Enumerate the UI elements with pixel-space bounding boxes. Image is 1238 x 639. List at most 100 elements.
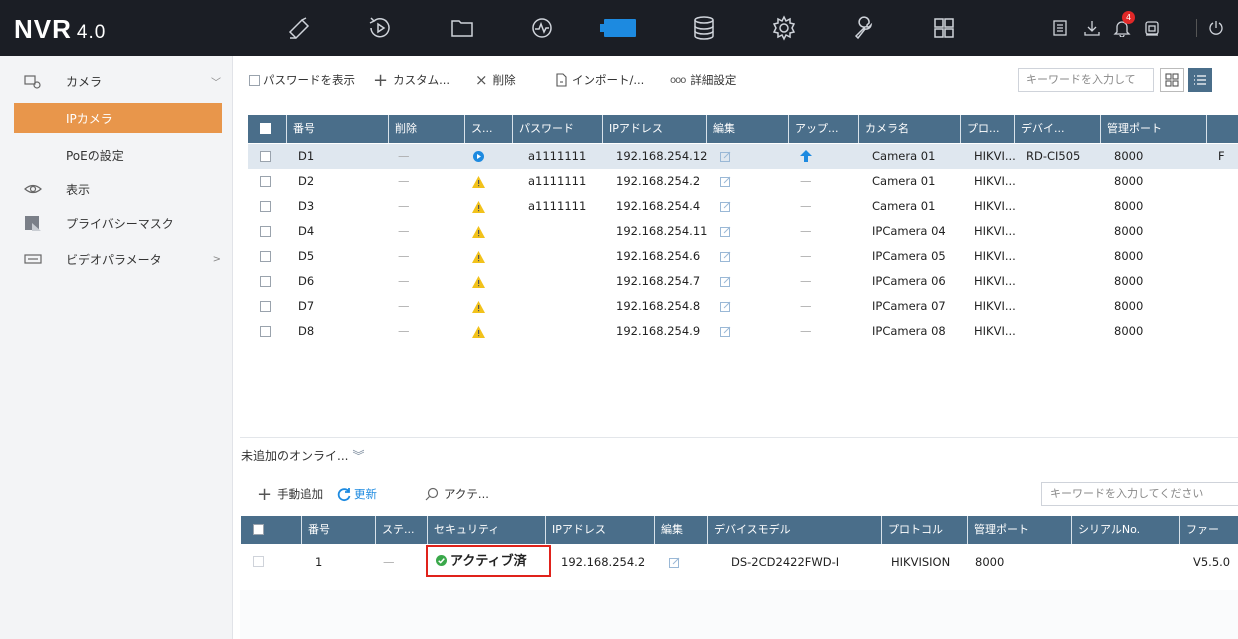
column-header[interactable]: IPアドレス: [545, 516, 653, 544]
show-password-toggle[interactable]: パスワードを表示: [249, 70, 355, 90]
column-header[interactable]: 編集: [706, 115, 786, 143]
row-checkbox[interactable]: [260, 176, 271, 187]
delete-cell[interactable]: —: [398, 269, 410, 294]
power-icon[interactable]: [1200, 0, 1232, 56]
table-row[interactable]: D4 — 192.168.254.11 — IPCamera 04 HIKVI... 800…: [248, 219, 1238, 244]
row-checkbox[interactable]: [260, 151, 271, 162]
column-header[interactable]: プロトコル: [881, 516, 965, 544]
download-icon[interactable]: [1076, 0, 1108, 56]
sidebar-item-video-parameters[interactable]: ビデオパラメータ >: [0, 242, 233, 276]
row-checkbox[interactable]: [260, 276, 271, 287]
column-header[interactable]: カメラ名: [858, 115, 958, 143]
upgrade-icon[interactable]: [800, 144, 812, 169]
edit-icon[interactable]: [720, 226, 731, 237]
manual-add-button[interactable]: + 手動追加: [257, 484, 323, 505]
camera-icon[interactable]: [592, 0, 648, 56]
import-export-button[interactable]: インポート/...: [555, 70, 644, 90]
edit-icon[interactable]: [720, 151, 731, 162]
list-view-button[interactable]: [1188, 68, 1212, 92]
table-row[interactable]: 1 — アクティブ済 192.168.254.2 DS-2CD2422FWD-I…: [241, 548, 1238, 576]
column-header[interactable]: デバイ...: [1014, 115, 1094, 143]
grid-view-button[interactable]: [1160, 68, 1184, 92]
row-checkbox[interactable]: [260, 201, 271, 212]
edit-icon[interactable]: [720, 326, 731, 337]
delete-cell[interactable]: —: [398, 319, 410, 344]
column-header[interactable]: 管理ポート: [967, 516, 1067, 544]
file-management-icon[interactable]: [434, 0, 490, 56]
row-checkbox[interactable]: [260, 251, 271, 262]
refresh-button[interactable]: 更新: [337, 485, 377, 503]
table-row[interactable]: D8 — 192.168.254.9 — IPCamera 08 HIKVI... 8000: [248, 319, 1238, 344]
maintenance-icon[interactable]: [836, 0, 892, 56]
live-view-icon[interactable]: [272, 0, 328, 56]
column-header[interactable]: IPアドレス: [602, 115, 702, 143]
online-devices-panel-title[interactable]: 未追加のオンライ... ︾: [241, 447, 364, 464]
edit-icon[interactable]: [669, 557, 680, 568]
delete-cell[interactable]: —: [398, 294, 410, 319]
column-header[interactable]: [1206, 115, 1226, 143]
column-header[interactable]: シリアルNo.: [1071, 516, 1179, 544]
activate-label: アクテ...: [444, 487, 489, 501]
table-row[interactable]: D3 — a1111111 192.168.254.4 — Camera 01 HIKVI.…: [248, 194, 1238, 219]
edit-icon[interactable]: [720, 301, 731, 312]
edit-icon[interactable]: [720, 276, 731, 287]
smart-analysis-icon[interactable]: [514, 0, 570, 56]
column-header[interactable]: 番号: [301, 516, 369, 544]
alarm-icon[interactable]: 4: [1106, 0, 1138, 56]
grid-icon[interactable]: [916, 0, 972, 56]
table-row[interactable]: D6 — 192.168.254.7 — IPCamera 06 HIKVI... 8000: [248, 269, 1238, 294]
delete-button[interactable]: × 削除: [475, 70, 516, 90]
log-icon[interactable]: [1044, 0, 1076, 56]
column-header[interactable]: プロ...: [960, 115, 1010, 143]
delete-cell[interactable]: —: [398, 194, 410, 219]
delete-cell[interactable]: —: [398, 219, 410, 244]
ip-address-cell: 192.168.254.2: [561, 555, 646, 569]
delete-cell[interactable]: —: [398, 244, 410, 269]
sidebar-item-poe-settings[interactable]: PoEの設定: [0, 138, 233, 172]
sidebar-item-ip-camera[interactable]: IPカメラ: [14, 103, 222, 133]
custom-add-button[interactable]: + カスタム...: [373, 70, 450, 91]
ip-address-cell: 192.168.254.11: [616, 224, 708, 238]
edit-icon[interactable]: [720, 201, 731, 212]
lock-icon[interactable]: [1136, 0, 1168, 56]
edit-icon[interactable]: [720, 176, 731, 187]
system-icon[interactable]: [756, 0, 812, 56]
activate-button[interactable]: アクテ...: [425, 485, 489, 503]
table-row[interactable]: D7 — 192.168.254.8 — IPCamera 07 HIKVI... 8000: [248, 294, 1238, 319]
column-header[interactable]: ファー: [1179, 516, 1238, 544]
search-input[interactable]: キーワードを入力して: [1018, 68, 1154, 92]
column-header[interactable]: アップ...: [788, 115, 858, 143]
column-header[interactable]: 管理ポート: [1100, 115, 1200, 143]
column-header[interactable]: 編集: [654, 516, 704, 544]
protocol-cell: HIKVI...: [974, 174, 1016, 188]
select-all-checkbox[interactable]: [253, 524, 264, 535]
upgrade-cell: —: [800, 249, 812, 263]
column-header[interactable]: 削除: [388, 115, 458, 143]
playback-icon[interactable]: [352, 0, 408, 56]
row-checkbox[interactable]: [253, 556, 264, 567]
collapse-icon[interactable]: ︾: [352, 449, 364, 463]
sidebar-item-privacy-mask[interactable]: プライバシーマスク: [0, 206, 233, 240]
sidebar-item-display[interactable]: 表示: [0, 172, 233, 206]
column-header[interactable]: セキュリティ: [427, 516, 543, 544]
table-row[interactable]: D5 — 192.168.254.6 — IPCamera 05 HIKVI... 8000: [248, 244, 1238, 269]
delete-cell[interactable]: —: [398, 144, 410, 169]
sidebar-item-camera[interactable]: カメラ ﹀: [0, 64, 233, 98]
row-checkbox[interactable]: [260, 226, 271, 237]
storage-icon[interactable]: [676, 0, 732, 56]
column-header[interactable]: ステ...: [375, 516, 423, 544]
row-checkbox[interactable]: [260, 301, 271, 312]
row-checkbox[interactable]: [260, 326, 271, 337]
column-header[interactable]: パスワード: [512, 115, 594, 143]
column-header[interactable]: 番号: [286, 115, 382, 143]
table-row[interactable]: D1 — a1111111 192.168.254.12 Camera 01 H…: [248, 144, 1238, 169]
advanced-settings-button[interactable]: ooo 詳細設定: [670, 70, 736, 90]
delete-cell[interactable]: —: [398, 169, 410, 194]
table-row[interactable]: D2 — a1111111 192.168.254.2 — Camera 01 HIKVI.…: [248, 169, 1238, 194]
column-header[interactable]: ス...: [464, 115, 504, 143]
show-password-checkbox[interactable]: [249, 74, 260, 86]
column-header[interactable]: デバイスモデル: [707, 516, 877, 544]
edit-icon[interactable]: [720, 251, 731, 262]
select-all-checkbox[interactable]: [260, 123, 271, 134]
online-search-input[interactable]: キーワードを入力してください: [1041, 482, 1238, 506]
